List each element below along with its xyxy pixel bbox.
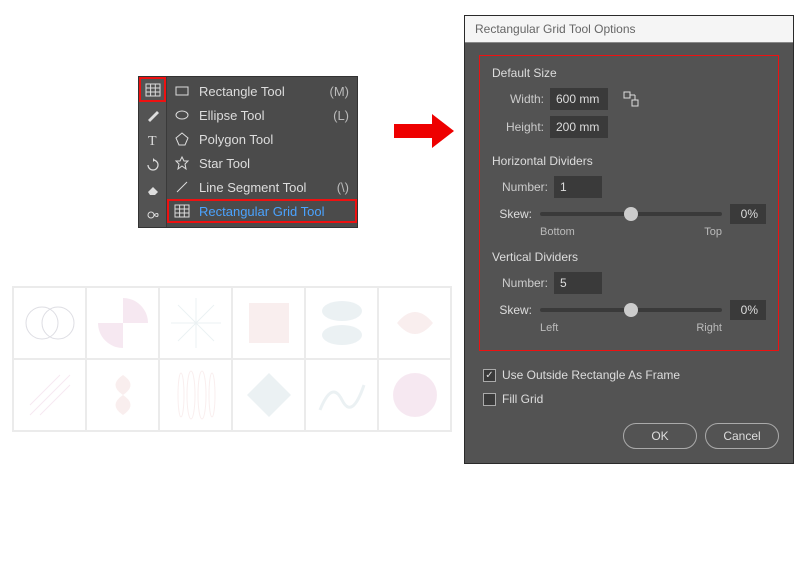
height-input[interactable] xyxy=(550,116,608,138)
menu-label: Line Segment Tool xyxy=(199,180,319,195)
h-skew-high: Top xyxy=(704,226,722,238)
constrain-icon[interactable] xyxy=(622,90,640,108)
h-div-title: Horizontal Dividers xyxy=(492,154,766,168)
grid-tool-icon[interactable] xyxy=(139,77,166,102)
brush-icon[interactable] xyxy=(139,102,166,127)
outside-rect-label: Use Outside Rectangle As Frame xyxy=(502,368,680,382)
cancel-button[interactable]: Cancel xyxy=(705,423,779,449)
v-number-label: Number: xyxy=(492,276,548,290)
h-skew-low: Bottom xyxy=(540,226,575,238)
svg-text:T: T xyxy=(148,134,157,148)
width-label: Width: xyxy=(492,92,544,106)
rotate-icon[interactable] xyxy=(139,152,166,177)
tool-menu: Rectangle Tool (M) Ellipse Tool (L) Poly… xyxy=(167,77,357,227)
grid-preview xyxy=(12,286,452,432)
h-skew-slider[interactable] xyxy=(540,212,722,216)
menu-label: Rectangle Tool xyxy=(199,84,312,99)
menu-item-star[interactable]: Star Tool xyxy=(167,151,357,175)
line-icon xyxy=(173,178,191,196)
grid-options-dialog: Rectangular Grid Tool Options Default Si… xyxy=(464,15,794,464)
v-div-title: Vertical Dividers xyxy=(492,250,766,264)
options-highlight-box: Default Size Width: Height: Horizontal D… xyxy=(479,55,779,351)
rectangle-icon xyxy=(173,82,191,100)
fill-grid-checkbox[interactable]: Fill Grid xyxy=(479,389,779,409)
menu-item-line[interactable]: Line Segment Tool (\) xyxy=(167,175,357,199)
arrow-icon xyxy=(394,114,454,151)
toolbar: T xyxy=(139,77,167,227)
v-skew-value[interactable]: 0% xyxy=(730,300,766,320)
checkbox-icon: ✓ xyxy=(483,369,496,382)
menu-label: Rectangular Grid Tool xyxy=(199,204,331,219)
dialog-title: Rectangular Grid Tool Options xyxy=(465,16,793,43)
h-skew-label: Skew: xyxy=(492,207,532,221)
v-number-input[interactable] xyxy=(554,272,602,294)
menu-shortcut: (\) xyxy=(327,180,349,195)
menu-label: Star Tool xyxy=(199,156,331,171)
polygon-icon xyxy=(173,130,191,148)
menu-shortcut: (L) xyxy=(323,108,349,123)
menu-label: Ellipse Tool xyxy=(199,108,315,123)
h-number-label: Number: xyxy=(492,180,548,194)
type-icon[interactable]: T xyxy=(139,127,166,152)
default-size-title: Default Size xyxy=(492,66,766,80)
menu-item-rectangle[interactable]: Rectangle Tool (M) xyxy=(167,79,357,103)
eraser-icon[interactable] xyxy=(139,177,166,202)
menu-item-ellipse[interactable]: Ellipse Tool (L) xyxy=(167,103,357,127)
fill-grid-label: Fill Grid xyxy=(502,392,543,406)
menu-item-polygon[interactable]: Polygon Tool xyxy=(167,127,357,151)
height-label: Height: xyxy=(492,120,544,134)
width-input[interactable] xyxy=(550,88,608,110)
menu-shortcut: (M) xyxy=(320,84,350,99)
checkbox-icon xyxy=(483,393,496,406)
grid-icon xyxy=(173,202,191,220)
outside-rect-checkbox[interactable]: ✓ Use Outside Rectangle As Frame xyxy=(479,365,779,385)
v-skew-high: Right xyxy=(696,322,722,334)
tool-flyout: T Rectangle Tool (M) Ellipse Tool (L) Po… xyxy=(138,76,358,228)
h-skew-value[interactable]: 0% xyxy=(730,204,766,224)
v-skew-slider[interactable] xyxy=(540,308,722,312)
ellipse-icon xyxy=(173,106,191,124)
menu-item-rect-grid[interactable]: Rectangular Grid Tool xyxy=(167,199,357,223)
ok-button[interactable]: OK xyxy=(623,423,697,449)
v-skew-label: Skew: xyxy=(492,303,532,317)
h-number-input[interactable] xyxy=(554,176,602,198)
menu-label: Polygon Tool xyxy=(199,132,331,147)
symbol-icon[interactable] xyxy=(139,202,166,227)
v-skew-low: Left xyxy=(540,322,558,334)
star-icon xyxy=(173,154,191,172)
